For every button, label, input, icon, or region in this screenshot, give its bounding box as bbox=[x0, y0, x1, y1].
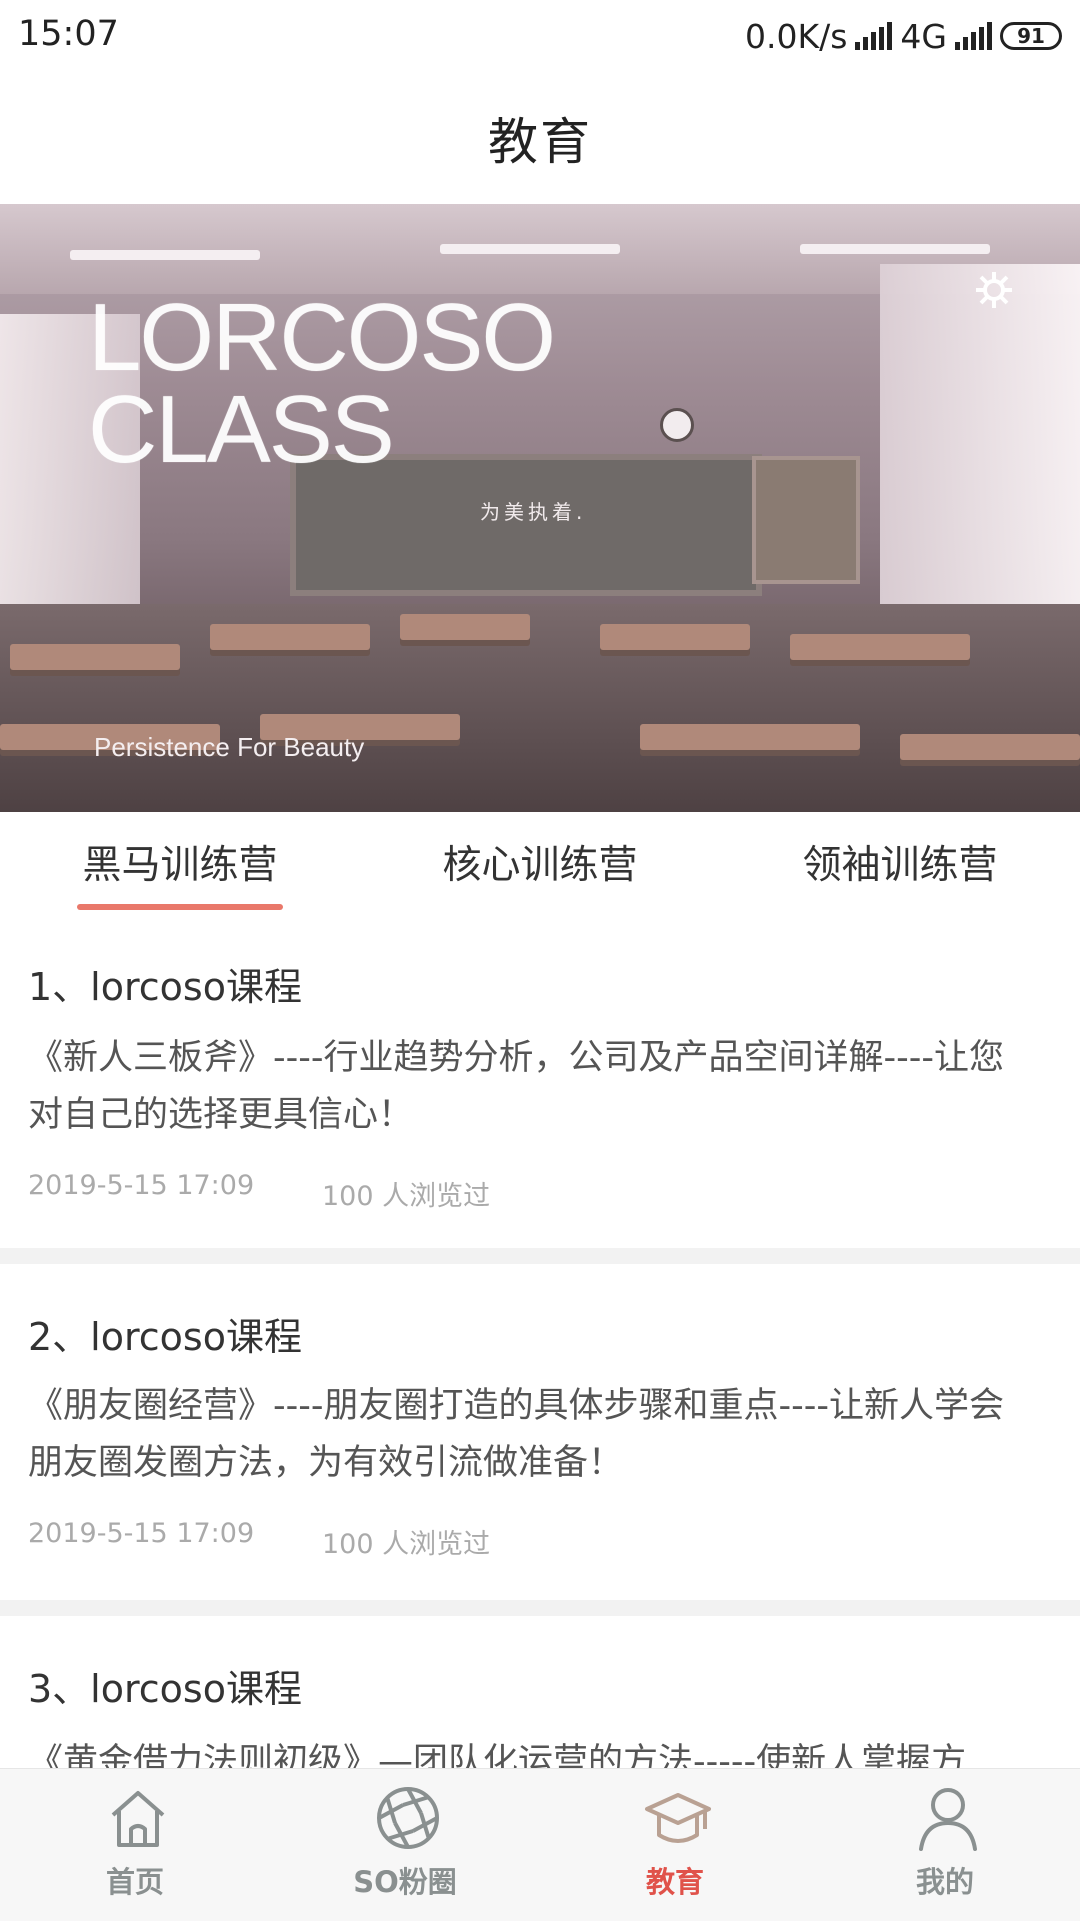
gear-icon[interactable] bbox=[972, 268, 1016, 312]
course-desc: 《朋友圈经营》----朋友圈打造的具体步骤和重点----让新人学会 朋友圈发圈方… bbox=[28, 1378, 1048, 1492]
course-desc: 《新人三板斧》----行业趋势分析，公司及产品空间详解----让您 对自己的选择… bbox=[28, 1030, 1048, 1144]
tab-hexin[interactable]: 核心训练营 bbox=[430, 812, 650, 912]
course-desc-line: 《朋友圈经营》----朋友圈打造的具体步骤和重点----让新人学会 bbox=[28, 1386, 1005, 1426]
bottom-nav: 首页 SO粉圈 教育 我的 bbox=[0, 1768, 1080, 1921]
divider bbox=[0, 1248, 1080, 1264]
nav-fanquan[interactable]: SO粉圈 bbox=[315, 1769, 495, 1921]
banner-slogan: Persistence For Beauty bbox=[94, 732, 365, 762]
status-bar: 15:07 0.0K/s 4G 91 bbox=[0, 0, 1080, 72]
battery-icon: 91 bbox=[1000, 22, 1062, 50]
tab-heima[interactable]: 黑马训练营 bbox=[70, 812, 290, 912]
banner-desk bbox=[210, 624, 370, 650]
home-icon bbox=[111, 1791, 165, 1847]
nav-mine[interactable]: 我的 bbox=[855, 1769, 1035, 1921]
signal-icon bbox=[855, 22, 893, 50]
course-desc-line: 《新人三板斧》----行业趋势分析，公司及产品空间详解----让您 bbox=[28, 1038, 1005, 1078]
net-speed: 0.0K/s bbox=[744, 16, 848, 56]
banner-clock bbox=[660, 408, 694, 442]
course-desc: 《黄金借力法则初级》—团队化运营的方法-----使新人掌握方 bbox=[28, 1734, 1048, 1768]
banner-desk bbox=[790, 634, 970, 660]
divider bbox=[0, 1600, 1080, 1616]
course-title: 1、lorcoso课程 bbox=[28, 965, 302, 1009]
tab-bar: 黑马训练营 核心训练营 领袖训练营 bbox=[0, 812, 1080, 914]
course-desc-line: 对自己的选择更具信心！ bbox=[28, 1095, 414, 1135]
nav-fanquan-label: SO粉圈 bbox=[353, 1865, 457, 1899]
banner-desk bbox=[640, 724, 860, 750]
banner-lamp bbox=[800, 244, 990, 254]
tab-lingxiu[interactable]: 领袖训练营 bbox=[790, 812, 1010, 912]
course-views: 100 人浏览过 bbox=[322, 1529, 491, 1560]
nav-home[interactable]: 首页 bbox=[45, 1769, 225, 1921]
network-type: 4G bbox=[900, 16, 947, 56]
banner-lamp bbox=[440, 244, 620, 254]
banner-brand: LORCOSO CLASS bbox=[88, 284, 556, 483]
graduation-cap-icon bbox=[645, 1793, 711, 1843]
banner-lamp bbox=[70, 250, 260, 260]
banner-tagline: 为美执着. bbox=[480, 500, 587, 524]
banner-desk bbox=[10, 644, 180, 670]
banner-brand-line1: LORCOSO bbox=[88, 284, 556, 391]
aperture-icon bbox=[377, 1787, 439, 1849]
course-desc-line: 《黄金借力法则初级》—团队化运营的方法-----使新人掌握方 bbox=[28, 1742, 967, 1768]
nav-education-label: 教育 bbox=[645, 1865, 704, 1899]
course-views: 100 人浏览过 bbox=[322, 1181, 491, 1212]
nav-education[interactable]: 教育 bbox=[585, 1769, 765, 1921]
status-time: 15:07 bbox=[18, 14, 119, 54]
course-item[interactable]: 2、lorcoso课程 《朋友圈经营》----朋友圈打造的具体步骤和重点----… bbox=[0, 1264, 1080, 1600]
status-right: 0.0K/s 4G 91 bbox=[745, 14, 1062, 58]
banner-desk bbox=[900, 734, 1080, 760]
page-title: 教育 bbox=[488, 113, 592, 171]
nav-home-label: 首页 bbox=[105, 1865, 164, 1899]
course-date: 2019-5-15 17:09 bbox=[28, 1518, 255, 1549]
course-desc-line: 朋友圈发圈方法，为有效引流做准备！ bbox=[28, 1443, 624, 1483]
course-item[interactable]: 3、lorcoso课程 《黄金借力法则初级》—团队化运营的方法-----使新人掌… bbox=[0, 1616, 1080, 1768]
hero-banner[interactable]: LORCOSO CLASS 为美执着. Persistence For Beau… bbox=[0, 204, 1080, 812]
course-title: 3、lorcoso课程 bbox=[28, 1667, 302, 1711]
banner-desk bbox=[600, 624, 750, 650]
course-item[interactable]: 1、lorcoso课程 《新人三板斧》----行业趋势分析，公司及产品空间详解-… bbox=[0, 912, 1080, 1248]
banner-brand-line2: CLASS bbox=[88, 376, 395, 483]
course-date: 2019-5-15 17:09 bbox=[28, 1170, 255, 1201]
banner-desk bbox=[400, 614, 530, 640]
signal-icon-2 bbox=[955, 22, 992, 50]
tab-active-indicator bbox=[77, 904, 283, 910]
app-header: 教育 bbox=[0, 72, 1080, 204]
nav-mine-label: 我的 bbox=[915, 1865, 974, 1899]
user-icon bbox=[919, 1788, 977, 1851]
course-title: 2、lorcoso课程 bbox=[28, 1315, 302, 1359]
banner-noticeboard bbox=[752, 456, 860, 584]
battery-level: 91 bbox=[1017, 24, 1045, 48]
